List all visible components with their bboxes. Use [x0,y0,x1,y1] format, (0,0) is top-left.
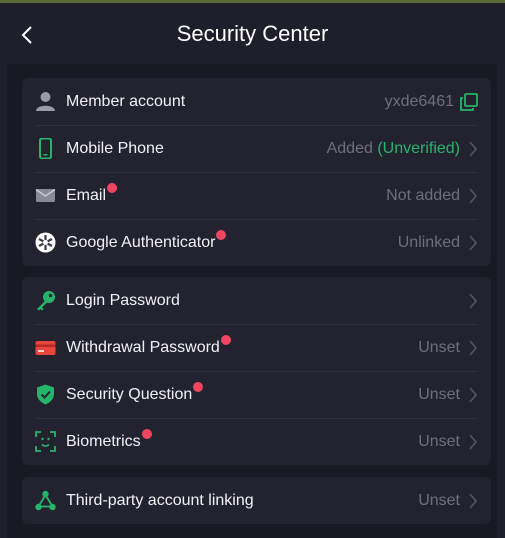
copy-icon[interactable] [460,92,478,111]
card-icon [35,337,56,358]
withdrawal-password-label: Withdrawal Password [66,334,231,357]
member-account-label: Member account [66,92,186,110]
chevron-left-icon [21,26,32,44]
face-scan-icon [35,431,56,452]
chevron-right-icon [468,433,478,451]
authenticator-icon [35,232,56,253]
security-question-value: Unset [418,385,460,403]
alert-dot [107,182,118,193]
security-question-row[interactable]: Security Question Unset [22,371,491,418]
chevron-right-icon [468,292,478,310]
phone-icon [35,138,56,159]
chevron-right-icon [468,339,478,357]
chevron-right-icon [468,492,478,510]
login-password-label: Login Password [66,291,180,309]
google-authenticator-label: Google Authenticator [66,229,227,252]
mobile-phone-row[interactable]: Mobile Phone Added (Unverified) [22,125,491,172]
content-area: Member account yxde6461 Mobile Phone Add… [7,64,497,538]
email-row[interactable]: Email Not added [22,172,491,219]
mobile-phone-status: Added [326,139,373,157]
withdrawal-password-value: Unset [418,338,460,356]
third-party-linking-value: Unset [418,491,460,509]
alert-dot [141,428,152,439]
header-bar: Security Center [0,3,505,64]
member-account-row: Member account yxde6461 [22,78,491,125]
google-authenticator-row[interactable]: Google Authenticator Unlinked [22,219,491,266]
login-password-row[interactable]: Login Password [22,277,491,324]
mobile-phone-label: Mobile Phone [66,139,164,157]
email-value: Not added [386,186,460,204]
chevron-right-icon [468,187,478,205]
withdrawal-password-row[interactable]: Withdrawal Password Unset [22,324,491,371]
envelope-icon [35,185,56,206]
key-icon [35,290,56,311]
biometrics-label: Biometrics [66,428,152,451]
shield-check-icon [35,384,56,405]
user-icon [35,91,56,112]
third-party-card: Third-party account linking Unset [22,477,491,524]
email-label: Email [66,182,118,205]
google-authenticator-value: Unlinked [397,233,460,251]
alert-dot [220,334,231,345]
back-button[interactable] [14,20,40,50]
chevron-right-icon [468,386,478,404]
biometrics-value: Unset [418,432,460,450]
security-question-label: Security Question [66,381,204,404]
biometrics-row[interactable]: Biometrics Unset [22,418,491,465]
third-party-linking-label: Third-party account linking [66,491,254,509]
account-bindings-card: Member account yxde6461 Mobile Phone Add… [22,78,491,266]
mobile-phone-unverified: (Unverified) [377,139,460,157]
chevron-right-icon [468,140,478,158]
share-nodes-icon [35,490,56,511]
alert-dot [193,381,204,392]
chevron-right-icon [468,234,478,252]
member-account-value: yxde6461 [384,92,454,110]
page-title: Security Center [176,20,329,46]
passwords-card: Login Password Withdrawal Password Unset [22,277,491,465]
alert-dot [216,229,227,240]
third-party-linking-row[interactable]: Third-party account linking Unset [22,477,491,524]
